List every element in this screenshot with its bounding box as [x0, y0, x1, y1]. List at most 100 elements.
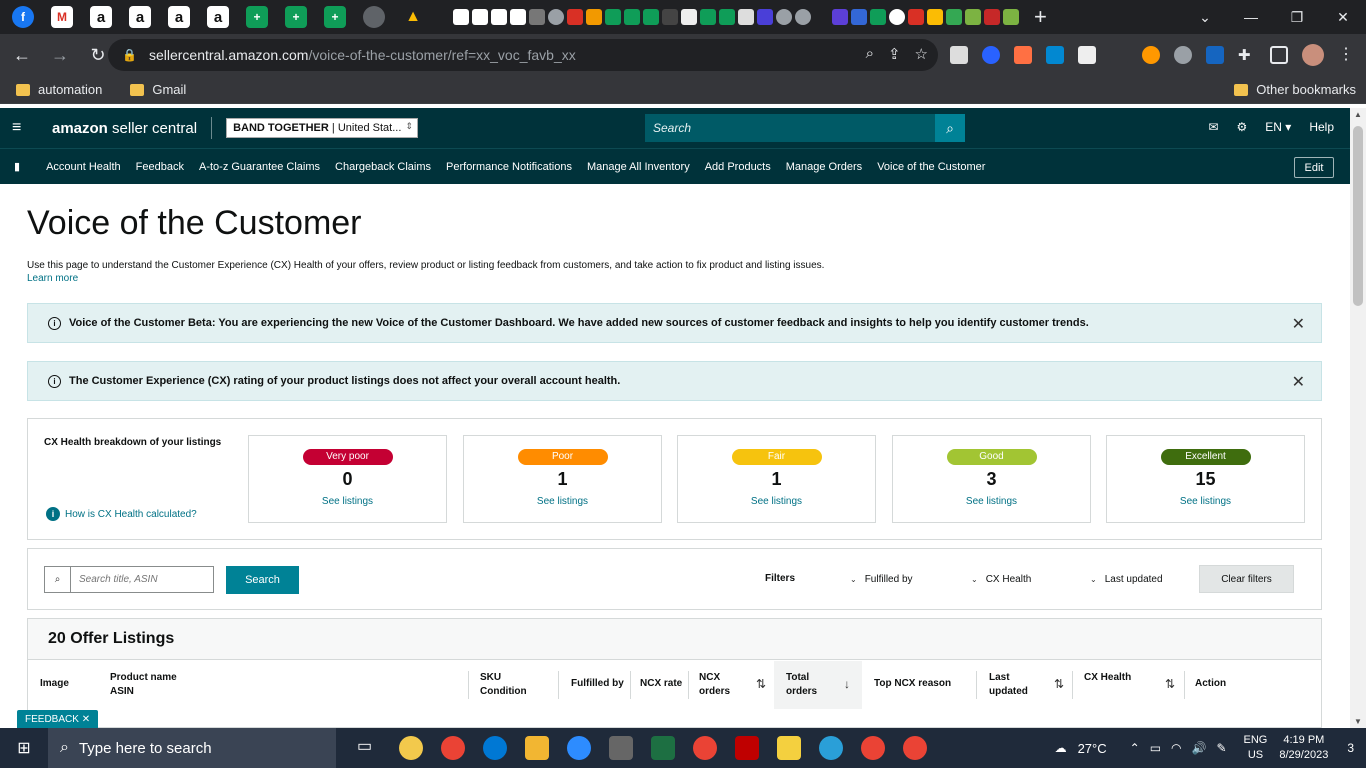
- close-icon[interactable]: ✕: [82, 714, 90, 725]
- sort-updown-icon[interactable]: ⇅: [1054, 677, 1064, 691]
- sheets-mini-icon[interactable]: [643, 9, 659, 25]
- col-last-updated[interactable]: Last updated: [989, 671, 1028, 699]
- hamburger-menu-icon[interactable]: ≡: [12, 119, 32, 137]
- learn-more-link[interactable]: Learn more: [27, 273, 78, 284]
- sheets-tab-icon[interactable]: +: [246, 6, 268, 28]
- globe-tab-icon[interactable]: [363, 6, 385, 28]
- back-icon[interactable]: ←: [6, 39, 38, 71]
- nav-atoz-claims[interactable]: A-to-z Guarantee Claims: [199, 161, 320, 173]
- extension-icon[interactable]: [1110, 46, 1128, 64]
- extension-icon[interactable]: [1046, 46, 1064, 64]
- close-icon[interactable]: ✕: [1292, 314, 1305, 334]
- nav-performance-notifications[interactable]: Performance Notifications: [446, 161, 572, 173]
- app-mini-icon[interactable]: [586, 9, 602, 25]
- sheets-mini-icon[interactable]: [624, 9, 640, 25]
- nav-manage-orders[interactable]: Manage Orders: [786, 161, 862, 173]
- cx-health-how-link[interactable]: i How is CX Health calculated?: [46, 507, 197, 521]
- amazon-mini-icon[interactable]: [453, 9, 469, 25]
- chrome-profile-icon[interactable]: [861, 736, 885, 760]
- amazon-tab-icon[interactable]: a: [168, 6, 190, 28]
- clock[interactable]: 4:19 PM 8/29/2023: [1279, 733, 1328, 763]
- temperature[interactable]: 27°C: [1078, 741, 1107, 756]
- globe-mini-icon[interactable]: [795, 9, 811, 25]
- col-ncx-rate[interactable]: NCX rate: [640, 677, 682, 691]
- battery-icon[interactable]: ▭: [1150, 741, 1161, 755]
- nav-chargeback-claims[interactable]: Chargeback Claims: [335, 161, 431, 173]
- volume-icon[interactable]: 🔊: [1192, 741, 1207, 755]
- app-mini-icon[interactable]: [832, 9, 848, 25]
- file-explorer-icon[interactable]: [525, 736, 549, 760]
- col-product-name[interactable]: Product name ASIN: [110, 671, 177, 699]
- telegram-icon[interactable]: [819, 736, 843, 760]
- store-selector[interactable]: BAND TOGETHER | United Stat... ⇕: [226, 118, 419, 138]
- app-mini-icon[interactable]: [1003, 9, 1019, 25]
- scroll-up-arrow-icon[interactable]: ▲: [1354, 110, 1362, 119]
- extension-icon[interactable]: [1206, 46, 1224, 64]
- sheets-mini-icon[interactable]: [605, 9, 621, 25]
- amazon-tab-icon[interactable]: a: [90, 6, 112, 28]
- browser-menu-icon[interactable]: ⋮: [1338, 44, 1354, 64]
- sort-updown-icon[interactable]: ⇅: [1165, 677, 1175, 691]
- edge-icon[interactable]: [483, 736, 507, 760]
- share-icon[interactable]: ⇪: [888, 45, 901, 63]
- col-ncx-orders[interactable]: NCX orders: [699, 671, 730, 699]
- col-fulfilled-by[interactable]: Fulfilled by: [571, 677, 624, 691]
- extension-icon[interactable]: [1174, 46, 1192, 64]
- bookmark-star-icon[interactable]: ☆: [915, 45, 928, 63]
- filezilla-icon[interactable]: [735, 736, 759, 760]
- header-search-input[interactable]: [645, 114, 935, 142]
- sort-down-icon[interactable]: ↓: [844, 677, 850, 691]
- search-icon[interactable]: ⌕: [935, 114, 965, 142]
- app-mini-icon[interactable]: [851, 9, 867, 25]
- nav-add-products[interactable]: Add Products: [705, 161, 771, 173]
- drive-tab-icon[interactable]: ▲: [402, 6, 424, 28]
- amazon-mini-icon[interactable]: [491, 9, 507, 25]
- bookmark-automation[interactable]: automation: [16, 82, 102, 97]
- google-mini-icon[interactable]: [889, 9, 905, 25]
- zoom-app-icon[interactable]: [567, 736, 591, 760]
- app-mini-icon[interactable]: [738, 9, 754, 25]
- wifi-icon[interactable]: ◠: [1171, 741, 1181, 755]
- tab-search-icon[interactable]: ⌄: [1182, 0, 1228, 34]
- chrome-profile-icon[interactable]: [903, 736, 927, 760]
- globe-mini-icon[interactable]: [548, 9, 564, 25]
- extension-icon[interactable]: [950, 46, 968, 64]
- forward-icon[interactable]: →: [44, 39, 76, 71]
- taskbar-search[interactable]: ⌕ Type here to search: [48, 728, 336, 768]
- extensions-puzzle-icon[interactable]: ✚: [1238, 46, 1256, 64]
- amazon-tab-icon[interactable]: a: [207, 6, 229, 28]
- minimize-icon[interactable]: —: [1228, 0, 1274, 34]
- nav-voice-of-customer[interactable]: Voice of the Customer: [877, 161, 985, 173]
- globe-mini-icon[interactable]: [776, 9, 792, 25]
- task-view-icon[interactable]: ▭: [357, 736, 381, 760]
- app-mini-icon[interactable]: [662, 9, 678, 25]
- see-listings-link[interactable]: See listings: [1107, 496, 1304, 507]
- app-mini-icon[interactable]: [927, 9, 943, 25]
- sticky-notes-icon[interactable]: [777, 736, 801, 760]
- close-window-icon[interactable]: ✕: [1320, 0, 1366, 34]
- see-listings-link[interactable]: See listings: [464, 496, 661, 507]
- windows-start-icon[interactable]: ⊞: [0, 728, 48, 768]
- language-selector[interactable]: EN ▾: [1265, 120, 1291, 134]
- nav-manage-inventory[interactable]: Manage All Inventory: [587, 161, 690, 173]
- app-mini-icon[interactable]: [529, 9, 545, 25]
- fulfilled-by-dropdown[interactable]: ⌄ Fulfilled by: [850, 574, 913, 585]
- chrome-icon[interactable]: [441, 736, 465, 760]
- app-mini-icon[interactable]: [567, 9, 583, 25]
- bookmark-ribbon-icon[interactable]: ▮: [14, 160, 20, 173]
- excel-icon[interactable]: [651, 736, 675, 760]
- extension-icon[interactable]: [982, 46, 1000, 64]
- language-indicator[interactable]: ENG US: [1244, 733, 1268, 763]
- calculator-icon[interactable]: [609, 736, 633, 760]
- scroll-down-arrow-icon[interactable]: ▼: [1354, 717, 1362, 726]
- edit-nav-button[interactable]: Edit: [1294, 157, 1334, 178]
- mail-icon[interactable]: ✉: [1208, 120, 1218, 134]
- extension-icon[interactable]: [1142, 46, 1160, 64]
- sort-updown-icon[interactable]: ⇅: [756, 677, 766, 691]
- bookmark-other[interactable]: Other bookmarks: [1234, 82, 1356, 97]
- col-sku[interactable]: SKU Condition: [480, 671, 527, 699]
- sheets-mini-icon[interactable]: [700, 9, 716, 25]
- bookmark-gmail[interactable]: Gmail: [130, 82, 186, 97]
- sheets-mini-icon[interactable]: [719, 9, 735, 25]
- col-cx-health[interactable]: CX Health: [1084, 671, 1131, 685]
